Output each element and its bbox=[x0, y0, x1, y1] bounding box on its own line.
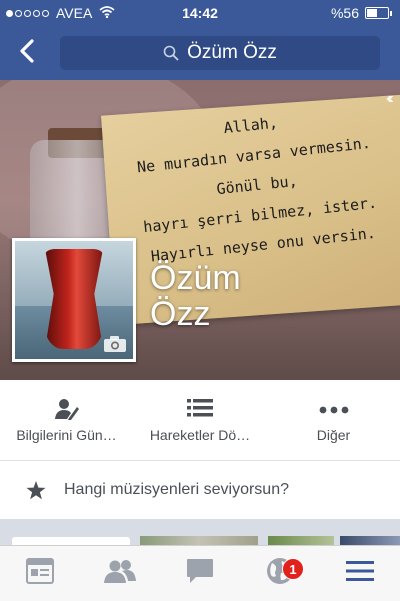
search-field[interactable]: Özüm Özz bbox=[60, 36, 380, 70]
feed-photo-thumb bbox=[268, 536, 334, 545]
music-prompt-text: Hangi müzisyenleri seviyorsun? bbox=[64, 481, 289, 498]
tab-friends[interactable] bbox=[80, 546, 160, 601]
notification-badge: 1 bbox=[282, 558, 304, 580]
status-right: %56 bbox=[331, 5, 392, 21]
signal-dot bbox=[33, 9, 40, 17]
signal-dot bbox=[6, 9, 13, 17]
nav-bar: Özüm Özz bbox=[0, 26, 400, 80]
tab-bar: 1 bbox=[0, 545, 400, 601]
cover-photo[interactable]: Allah, Ne muradın varsa vermesin. Gönül … bbox=[0, 80, 400, 380]
music-prompt[interactable]: Hangi müzisyenleri seviyorsun? bbox=[0, 461, 400, 519]
signal-dot bbox=[15, 9, 22, 17]
action-label: Bilgilerini Gün… bbox=[16, 427, 117, 443]
star-icon bbox=[26, 480, 46, 500]
feed-card bbox=[12, 537, 130, 545]
feed-preview-strip bbox=[0, 519, 400, 545]
battery-level bbox=[367, 9, 378, 17]
feed-photo-thumb bbox=[140, 536, 258, 545]
note-text: Allah, Ne muradın varsa vermesin. Gönül … bbox=[105, 95, 400, 274]
carrier-name: AVEA bbox=[56, 5, 93, 21]
tab-notifications[interactable]: 1 bbox=[240, 546, 320, 601]
camera-icon[interactable] bbox=[101, 333, 129, 355]
more-icon bbox=[267, 398, 400, 420]
signal-dot bbox=[24, 9, 31, 17]
update-info-button[interactable]: Bilgilerini Gün… bbox=[0, 380, 133, 460]
tea-glass bbox=[45, 249, 103, 349]
edit-profile-icon bbox=[0, 398, 133, 420]
news-feed-icon bbox=[26, 558, 54, 589]
menu-icon bbox=[346, 560, 374, 587]
profile-name-line: Özz bbox=[150, 295, 211, 333]
status-bar: AVEA 14:42 %56 bbox=[0, 0, 400, 26]
more-button[interactable]: Diğer bbox=[267, 380, 400, 460]
cover-expand-icon[interactable]: ‹‹‹ bbox=[386, 90, 394, 108]
battery-tip bbox=[390, 10, 392, 16]
profile-name: Özüm Özz bbox=[150, 260, 241, 332]
messages-icon bbox=[186, 558, 214, 589]
status-left: AVEA bbox=[6, 5, 115, 21]
tab-messages[interactable] bbox=[160, 546, 240, 601]
action-label: Hareketler Dö… bbox=[149, 427, 251, 443]
profile-picture[interactable] bbox=[12, 238, 136, 362]
profile-actions: Bilgilerini Gün… Hareketler Dö… Diğer bbox=[0, 380, 400, 461]
back-button[interactable] bbox=[10, 36, 44, 70]
profile-name-line: Özüm bbox=[150, 259, 241, 297]
signal-dot bbox=[42, 9, 49, 17]
friends-icon bbox=[104, 559, 136, 588]
wifi-icon bbox=[99, 5, 115, 21]
search-icon bbox=[163, 45, 179, 61]
battery-icon bbox=[365, 7, 389, 19]
feed-photo-thumb bbox=[340, 536, 400, 545]
activity-log-button[interactable]: Hareketler Dö… bbox=[133, 380, 267, 460]
tab-news-feed[interactable] bbox=[0, 546, 80, 601]
activity-log-icon bbox=[133, 398, 267, 420]
search-text: Özüm Özz bbox=[187, 42, 277, 63]
action-label: Diğer bbox=[316, 427, 351, 443]
battery-percent: %56 bbox=[330, 5, 359, 21]
chevron-left-icon bbox=[19, 38, 35, 68]
tab-menu[interactable] bbox=[320, 546, 400, 601]
